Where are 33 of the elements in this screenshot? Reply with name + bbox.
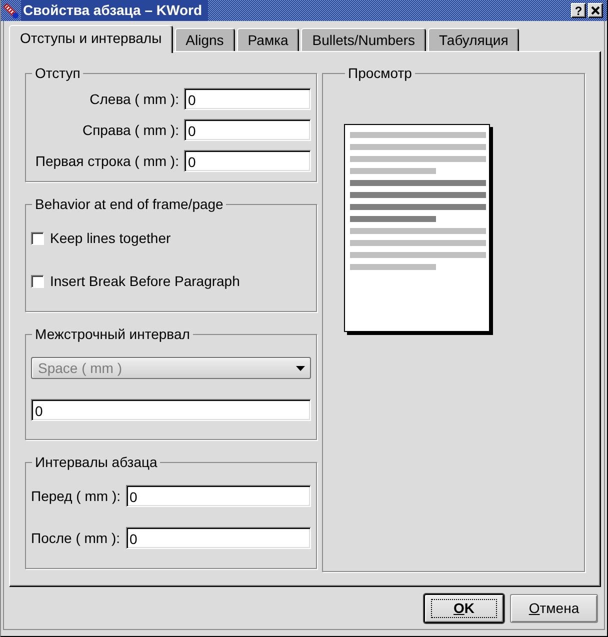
close-button[interactable] (588, 3, 603, 18)
tab[interactable]: Рамка (236, 28, 300, 51)
help-button[interactable]: ? (571, 3, 586, 18)
app-icon (3, 2, 19, 18)
field-label: Слева ( mm ): (88, 91, 179, 107)
group-title: Интервалы абзаца (34, 455, 158, 470)
tab[interactable]: Табуляция (428, 28, 520, 51)
field-label: Перед ( mm ): (31, 488, 120, 504)
input-field[interactable]: 0 (31, 399, 311, 421)
tab[interactable]: Bullets/Numbers (301, 28, 426, 51)
ok-button[interactable]: OK (424, 594, 504, 623)
input-field[interactable]: 0 (184, 88, 311, 110)
group-title: Отступ (34, 66, 82, 81)
window-title: Свойства абзаца – KWord (21, 0, 208, 21)
group-title: Behavior at end of frame/page (34, 197, 224, 212)
tab[interactable]: Отступы и интервалы (9, 25, 173, 53)
input-field[interactable]: 0 (184, 119, 311, 141)
input-field[interactable]: 0 (126, 527, 311, 549)
close-icon (591, 6, 600, 15)
caret-icon (296, 366, 305, 370)
group-title: Просмотр (347, 66, 413, 81)
field-label: Справа ( mm ): (81, 122, 179, 138)
checkbox-label[interactable]: Insert Break Before Paragraph (50, 273, 240, 289)
checkbox-label[interactable]: Keep lines together (50, 230, 171, 246)
field-label: После ( mm ): (31, 530, 120, 546)
cancel-button[interactable]: Отмена (510, 594, 598, 623)
field-label: Первая строка ( mm ): (34, 153, 179, 169)
input-field[interactable]: 0 (126, 485, 311, 507)
input-field[interactable]: 0 (184, 150, 311, 172)
checkbox[interactable] (31, 274, 44, 288)
checkbox[interactable] (31, 232, 44, 244)
tab[interactable]: Aligns (174, 28, 235, 51)
group-title: Межстрочный интервал (34, 327, 191, 342)
